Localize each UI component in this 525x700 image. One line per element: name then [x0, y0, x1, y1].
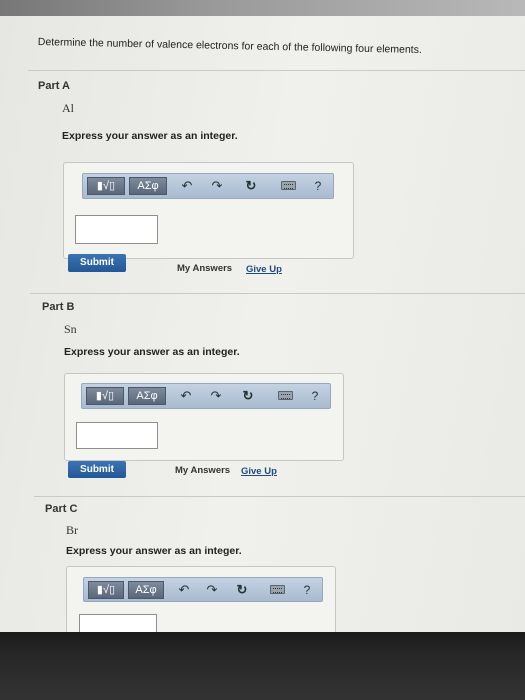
part-c-element: Br — [66, 523, 78, 537]
divider — [34, 496, 525, 497]
part-b-math-toolbar: ▮√▯ ΑΣφ ↶ ↷ ↻ ? — [81, 383, 331, 409]
part-b-element: Sn — [64, 322, 77, 336]
question-text: Determine the number of valence electron… — [37, 36, 422, 57]
browser-top-strip — [0, 0, 525, 16]
part-a-element: Al — [62, 101, 74, 115]
reset-icon[interactable]: ↻ — [238, 387, 258, 405]
part-b-answer-box: ▮√▯ ΑΣφ ↶ ↷ ↻ ? — [64, 373, 344, 461]
part-b-label: Part B — [42, 301, 75, 313]
redo-icon[interactable]: ↷ — [202, 581, 222, 599]
part-c-answer-input[interactable] — [79, 614, 157, 632]
part-b-give-up-link[interactable]: Give Up — [241, 466, 277, 477]
redo-icon[interactable]: ↷ — [206, 387, 226, 405]
part-c-math-toolbar: ▮√▯ ΑΣφ ↶ ↷ ↻ ? — [83, 577, 323, 602]
symbols-button[interactable]: ΑΣφ — [129, 177, 167, 195]
part-b-instruction: Express your answer as an integer. — [64, 346, 240, 358]
part-c-label: Part C — [45, 503, 78, 515]
undo-icon[interactable]: ↶ — [176, 387, 196, 405]
part-a-give-up-link[interactable]: Give Up — [246, 264, 282, 275]
part-a-instruction: Express your answer as an integer. — [62, 130, 238, 142]
keyboard-icon[interactable] — [270, 585, 285, 594]
undo-icon[interactable]: ↶ — [177, 177, 197, 195]
help-button[interactable]: ? — [298, 581, 316, 599]
reset-icon[interactable]: ↻ — [232, 581, 252, 599]
part-c-answer-box: ▮√▯ ΑΣφ ↶ ↷ ↻ ? — [66, 566, 336, 632]
templates-button[interactable]: ▮√▯ — [88, 581, 124, 599]
screen-bezel — [0, 632, 525, 700]
part-a-label: Part A — [38, 80, 70, 92]
symbols-button[interactable]: ΑΣφ — [128, 387, 166, 405]
part-b-my-answers-link[interactable]: My Answers — [175, 465, 230, 476]
help-button[interactable]: ? — [306, 387, 324, 405]
part-a-answer-box: ▮√▯ ΑΣφ ↶ ↷ ↻ ? — [63, 162, 354, 259]
help-button[interactable]: ? — [309, 177, 327, 195]
part-a-submit-button[interactable]: Submit — [68, 254, 126, 272]
part-b-answer-input[interactable] — [76, 422, 158, 449]
undo-icon[interactable]: ↶ — [174, 581, 194, 599]
part-c-instruction: Express your answer as an integer. — [66, 545, 242, 557]
reset-icon[interactable]: ↻ — [241, 177, 261, 195]
keyboard-icon[interactable] — [278, 391, 293, 400]
divider — [28, 70, 525, 71]
redo-icon[interactable]: ↷ — [207, 177, 227, 195]
keyboard-icon[interactable] — [281, 181, 296, 190]
divider — [30, 293, 525, 294]
symbols-button[interactable]: ΑΣφ — [128, 581, 164, 599]
templates-button[interactable]: ▮√▯ — [86, 387, 124, 405]
part-a-math-toolbar: ▮√▯ ΑΣφ ↶ ↷ ↻ ? — [82, 173, 334, 199]
templates-button[interactable]: ▮√▯ — [87, 177, 125, 195]
part-a-my-answers-link[interactable]: My Answers — [177, 263, 232, 274]
part-a-answer-input[interactable] — [75, 215, 158, 244]
part-b-submit-button[interactable]: Submit — [68, 461, 126, 478]
page: Determine the number of valence electron… — [0, 0, 525, 632]
